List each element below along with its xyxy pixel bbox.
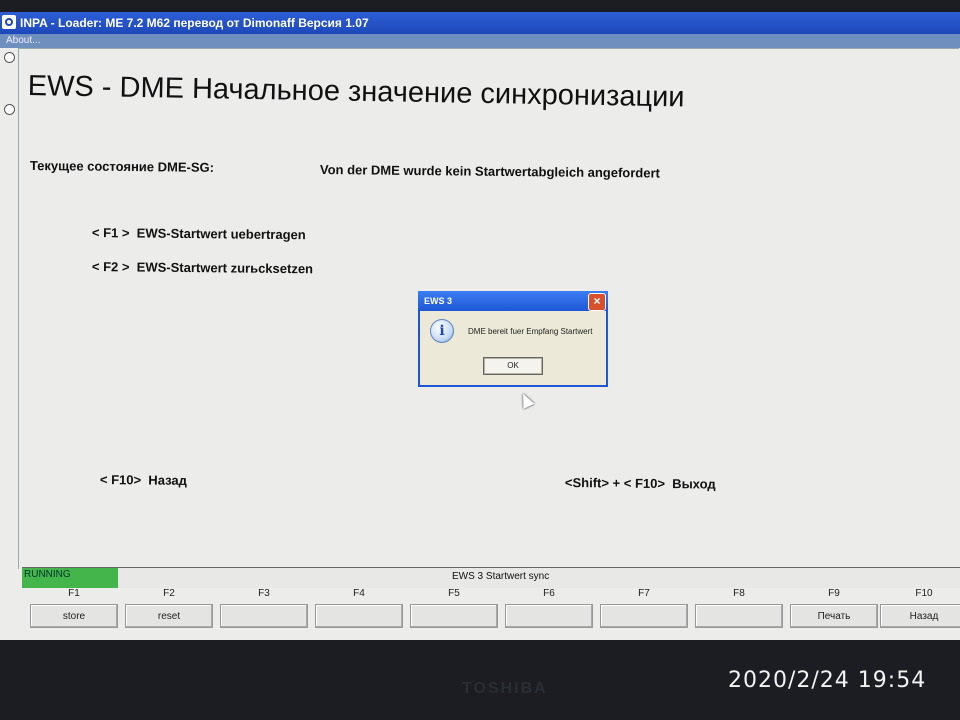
f6-button[interactable] <box>505 604 593 628</box>
status-text: EWS 3 Startwert sync <box>452 571 550 582</box>
running-label: RUNNING <box>24 569 71 580</box>
f3-button[interactable] <box>220 604 308 628</box>
message-dialog: EWS 3 × i DME bereit fuer Empfang Startw… <box>418 291 608 387</box>
fkey-f9: F9 Печать <box>788 588 880 632</box>
option-text: EWS-Startwert zurьcksetzen <box>136 259 314 277</box>
reset-button[interactable]: reset <box>125 604 213 628</box>
close-icon[interactable]: × <box>588 293 606 311</box>
photo-timestamp: 2020/2/24 19:54 <box>728 668 927 693</box>
store-button[interactable]: store <box>30 604 118 628</box>
option-f2[interactable]: < F2 > EWS-Startwert zurьcksetzen <box>92 259 313 276</box>
monitor-screen: INPA - Loader: ME 7.2 M62 перевод от Dim… <box>0 12 960 640</box>
radio-icon[interactable] <box>4 52 15 63</box>
back-hint: < F10> Назад <box>100 472 187 488</box>
print-button[interactable]: Печать <box>790 604 878 628</box>
state-label: Текущее состояние DME-SG: <box>29 158 215 175</box>
fkey-f2: F2 reset <box>123 588 215 632</box>
exit-hint-key: <Shift> + < F10> <box>564 475 666 492</box>
f7-button[interactable] <box>600 604 688 628</box>
fkey-f7: F7 <box>598 588 690 632</box>
fkey-f10: F10 Назад <box>878 588 960 632</box>
dialog-message: DME bereit fuer Empfang Startwert <box>468 327 593 336</box>
radio-icon[interactable] <box>4 104 15 115</box>
window-titlebar[interactable]: INPA - Loader: ME 7.2 M62 перевод от Dim… <box>0 12 960 34</box>
fkey-label: F9 <box>828 588 840 599</box>
fkey-label: F7 <box>638 588 650 599</box>
monitor-brand-logo: TOSHIBA <box>462 680 548 697</box>
option-key: < F1 > <box>91 225 130 241</box>
running-indicator: RUNNING <box>22 568 118 588</box>
fkey-f5: F5 <box>408 588 500 632</box>
dialog-title: EWS 3 <box>424 296 453 306</box>
function-key-bar: F1 store F2 reset F3 F4 F5 F6 F7 F8 F9 П… <box>28 588 960 634</box>
f8-button[interactable] <box>695 604 783 628</box>
option-key: < F2 > <box>91 259 130 275</box>
f4-button[interactable] <box>315 604 403 628</box>
exit-hint: <Shift> + < F10> Выход <box>565 475 716 492</box>
fkey-label: F6 <box>543 588 555 599</box>
exit-hint-text: Выход <box>672 476 716 492</box>
status-bar: RUNNING EWS 3 Startwert sync <box>22 567 960 588</box>
window-title: INPA - Loader: ME 7.2 M62 перевод от Dim… <box>20 16 369 30</box>
fkey-label: F5 <box>448 588 460 599</box>
f5-button[interactable] <box>410 604 498 628</box>
fkey-label: F10 <box>915 588 933 599</box>
fkey-label: F4 <box>353 588 365 599</box>
back-hint-key: < F10> <box>99 472 142 488</box>
fkey-f1: F1 store <box>28 588 120 632</box>
back-hint-text: Назад <box>148 472 187 488</box>
fkey-label: F2 <box>163 588 175 599</box>
menu-item-about[interactable]: About... <box>6 35 40 46</box>
fkey-label: F3 <box>258 588 270 599</box>
fkey-f4: F4 <box>313 588 405 632</box>
back-button[interactable]: Назад <box>880 604 960 628</box>
fkey-label: F1 <box>68 588 80 599</box>
fkey-f3: F3 <box>218 588 310 632</box>
fkey-f6: F6 <box>503 588 595 632</box>
info-icon: i <box>430 319 454 343</box>
option-f1[interactable]: < F1 > EWS-Startwert uebertragen <box>92 225 306 242</box>
app-icon <box>2 15 16 29</box>
fkey-f8: F8 <box>693 588 785 632</box>
dialog-titlebar[interactable]: EWS 3 × <box>418 291 608 311</box>
option-text: EWS-Startwert uebertragen <box>136 225 306 243</box>
ok-button[interactable]: OK <box>483 357 543 375</box>
fkey-label: F8 <box>733 588 745 599</box>
menu-bar: About... <box>0 34 960 48</box>
